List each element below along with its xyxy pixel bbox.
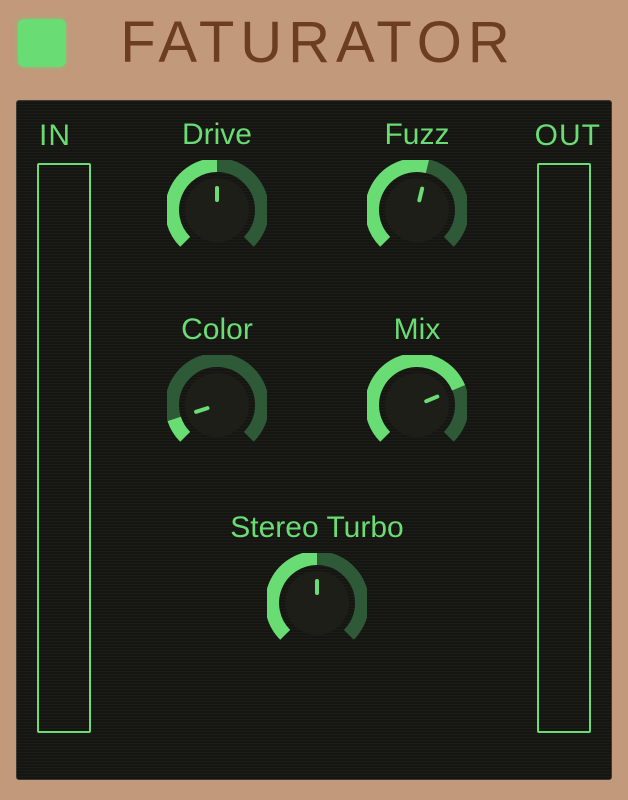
stereo-turbo-knob[interactable] <box>267 553 367 653</box>
color-knob[interactable] <box>167 355 267 455</box>
mix-label: Mix <box>332 313 502 347</box>
in-label: IN <box>39 119 71 153</box>
fuzz-label: Fuzz <box>332 118 502 152</box>
brand-logo: FATURATOR <box>26 16 610 70</box>
in-meter <box>37 163 91 733</box>
out-meter <box>537 163 591 733</box>
color-label: Color <box>132 313 302 347</box>
out-label: OUT <box>535 119 601 153</box>
stereo-turbo-label: Stereo Turbo <box>217 511 417 545</box>
drive-knob[interactable] <box>167 160 267 260</box>
svg-text:FATURATOR: FATURATOR <box>120 16 516 70</box>
drive-label: Drive <box>132 118 302 152</box>
mix-knob[interactable] <box>367 355 467 455</box>
fuzz-knob[interactable] <box>367 160 467 260</box>
main-panel: IN OUT Drive Fuzz <box>16 100 612 780</box>
